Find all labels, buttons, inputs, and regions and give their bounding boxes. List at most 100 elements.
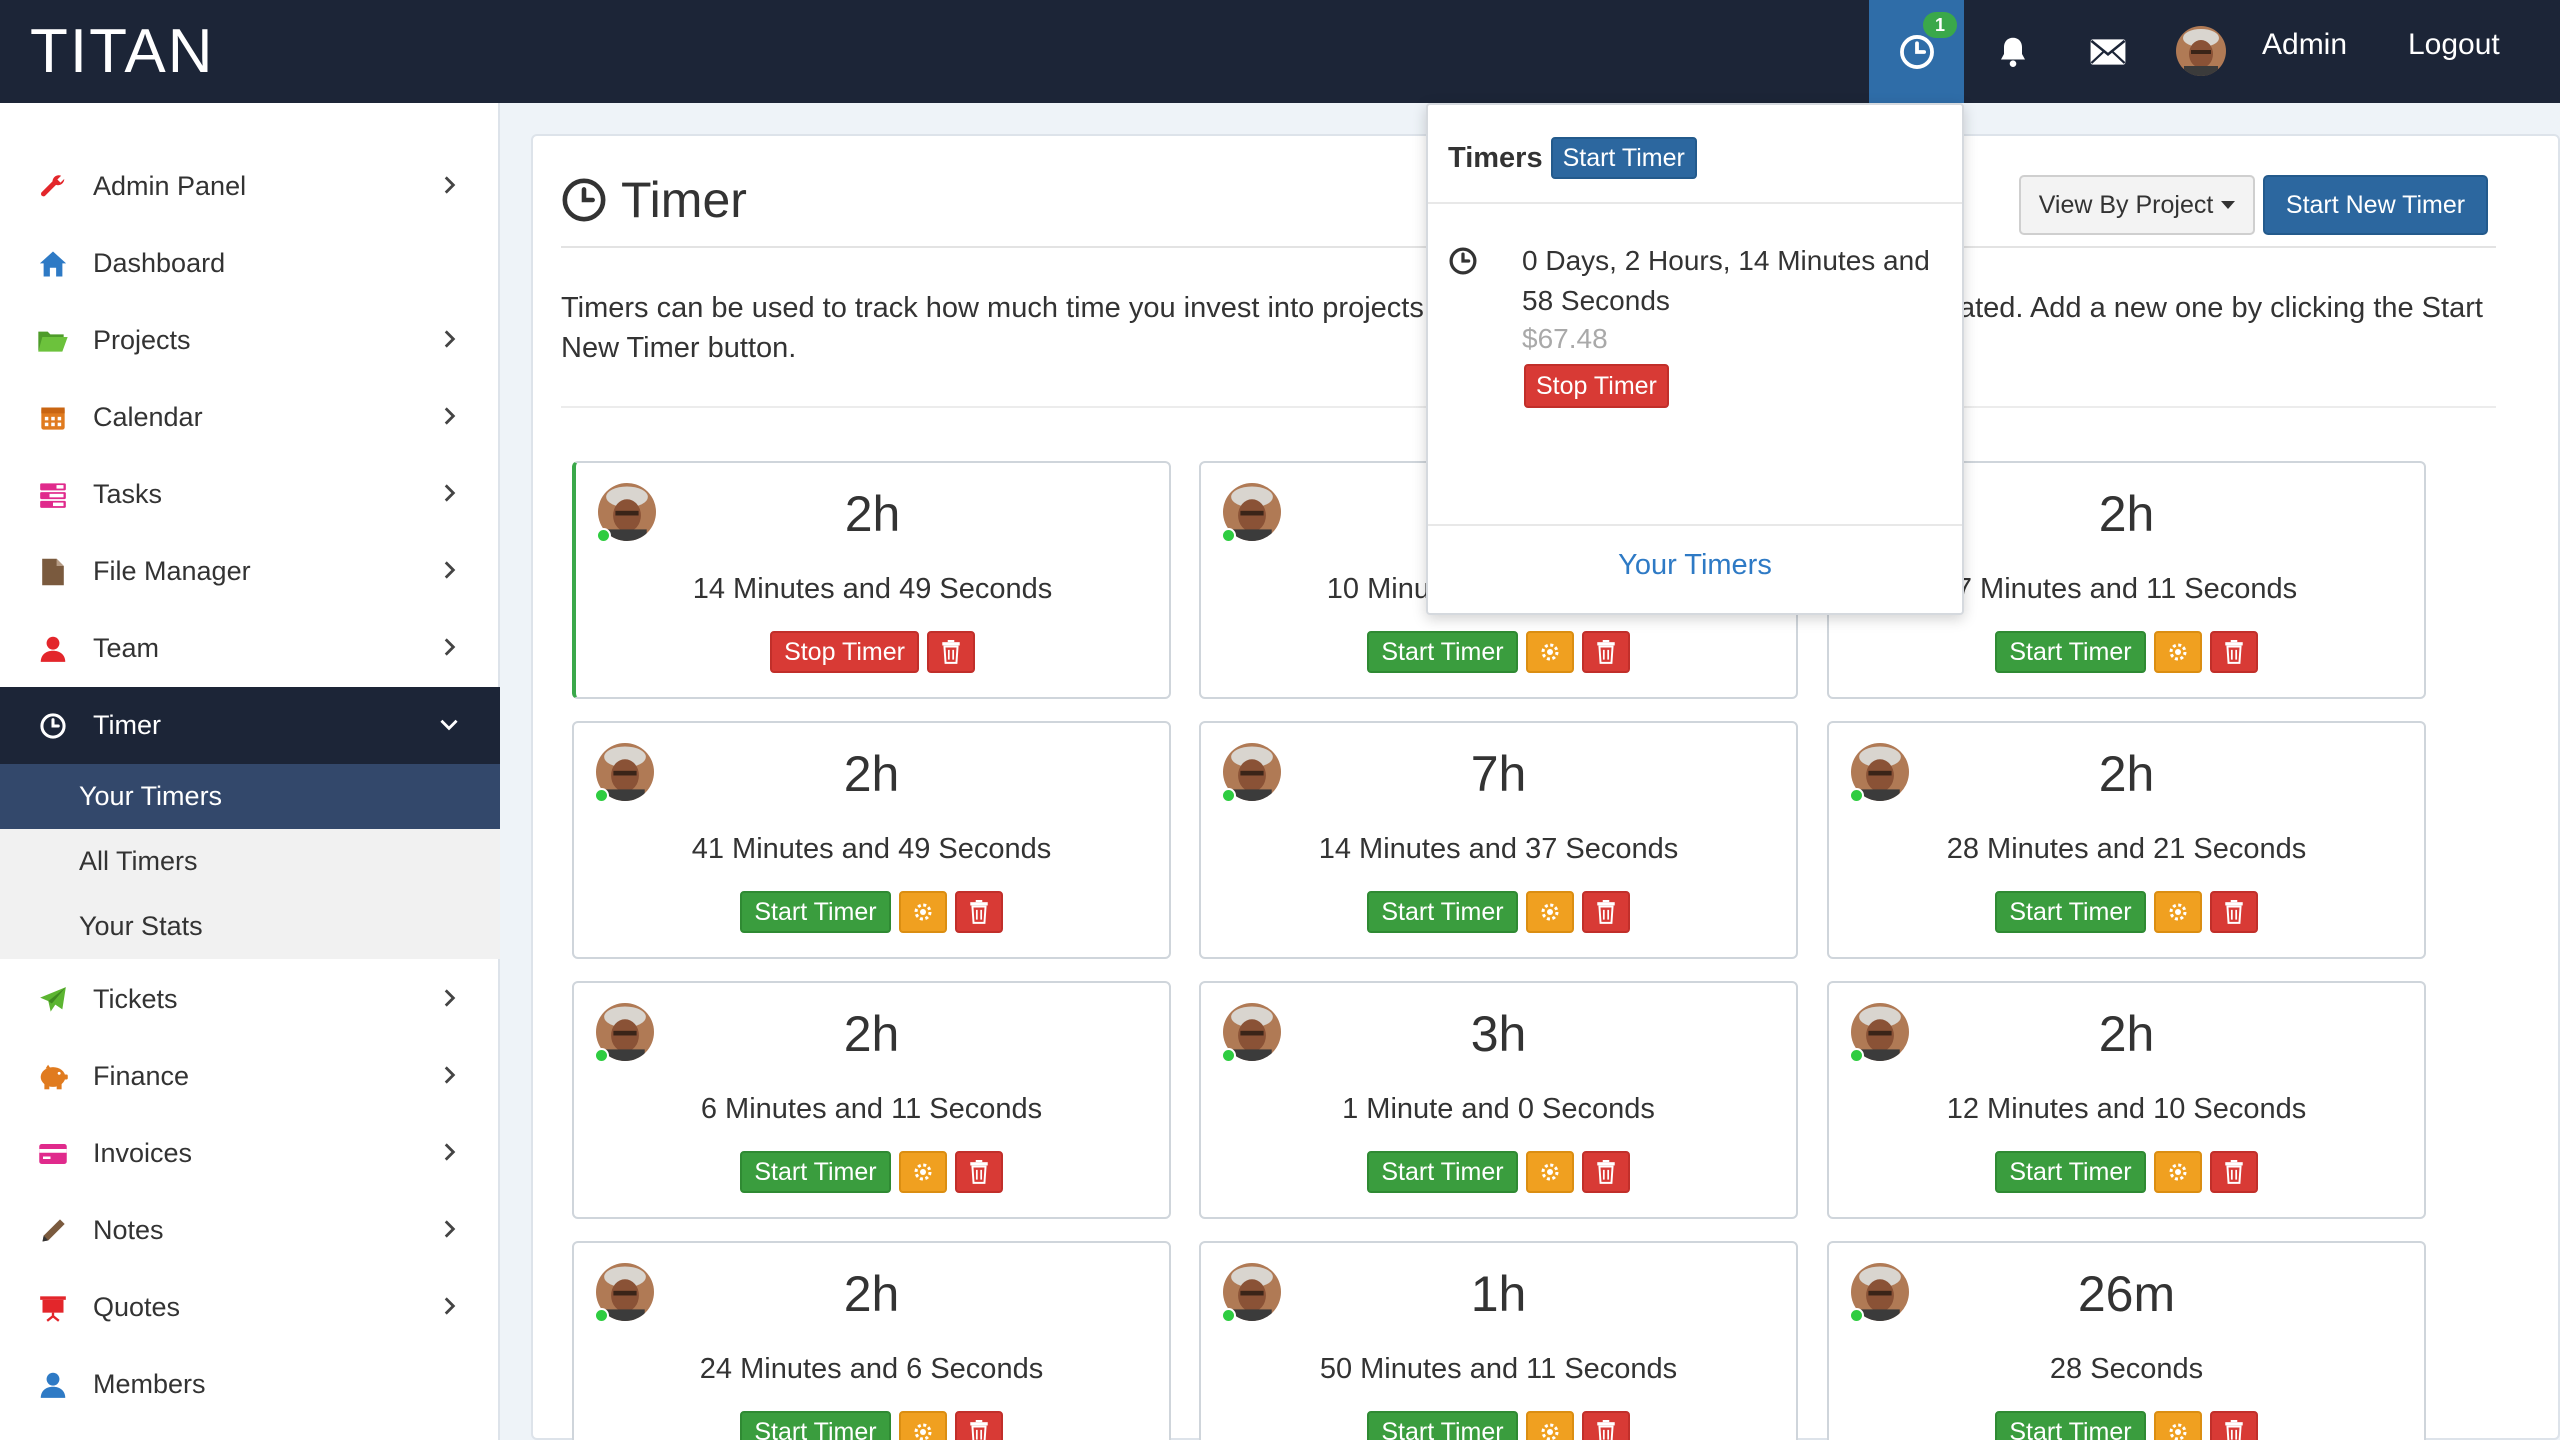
timer-card: 2h 41 Minutes and 49 Seconds Start Timer — [572, 721, 1171, 959]
start-timer-button[interactable]: Start Timer — [1995, 891, 2146, 933]
timer-settings-button[interactable] — [1525, 1411, 1574, 1440]
timer-detail: 14 Minutes and 49 Seconds — [692, 573, 1053, 605]
notifications-button[interactable] — [1990, 0, 2035, 103]
timer-hours: 2h — [843, 1266, 900, 1322]
sidebar-item-team[interactable]: Team — [0, 610, 500, 687]
timer-detail: 28 Seconds — [2049, 1353, 2204, 1385]
user-avatar[interactable] — [2176, 26, 2226, 76]
timer-card: 26m 28 Seconds Start Timer — [1827, 1241, 2426, 1440]
view-by-label: View By Project — [2038, 190, 2214, 219]
submenu-item-your-stats[interactable]: Your Stats — [0, 894, 500, 959]
sidebar-item-label: Timer — [93, 710, 161, 740]
sidebar-item-label: Admin Panel — [93, 171, 247, 201]
start-timer-button[interactable]: Start Timer — [1995, 1151, 2146, 1193]
timer-actions: Start Timer — [1201, 1151, 1796, 1193]
timer-settings-button[interactable] — [1525, 1151, 1574, 1193]
delete-timer-button[interactable] — [1581, 891, 1630, 933]
chevron-right-icon — [444, 989, 456, 1007]
admin-menu-link[interactable]: Admin — [2262, 28, 2347, 62]
sidebar-item-finance[interactable]: Finance — [0, 1038, 500, 1115]
sidebar-item-label: File Manager — [93, 556, 251, 586]
start-timer-button[interactable]: Start Timer — [740, 1151, 891, 1193]
delete-timer-button[interactable] — [1581, 1151, 1630, 1193]
delete-timer-button[interactable] — [2209, 1411, 2258, 1440]
timer-card: 2h 14 Minutes and 49 Seconds Stop Timer — [572, 461, 1171, 699]
your-timers-link[interactable]: Your Timers — [1428, 549, 1962, 582]
start-timer-button[interactable]: Start Timer — [1995, 631, 2146, 673]
trash-icon — [2223, 640, 2245, 664]
delete-timer-button[interactable] — [954, 1151, 1003, 1193]
delete-timer-button[interactable] — [954, 1411, 1003, 1440]
timer-settings-button[interactable] — [2153, 1151, 2202, 1193]
chevron-right-icon — [444, 484, 456, 502]
trash-icon — [968, 1420, 990, 1440]
trash-icon — [2223, 1160, 2245, 1184]
trash-icon — [940, 640, 962, 664]
delete-timer-button[interactable] — [1581, 631, 1630, 673]
timer-detail: 1 Minute and 0 Seconds — [1342, 1093, 1655, 1125]
timer-settings-button[interactable] — [2153, 891, 2202, 933]
sidebar-item-dashboard[interactable]: Dashboard — [0, 225, 500, 302]
start-timer-button[interactable]: Start Timer — [1367, 1411, 1518, 1440]
sidebar-item-tickets[interactable]: Tickets — [0, 961, 500, 1038]
timer-settings-button[interactable] — [2153, 631, 2202, 673]
gear-icon — [1538, 900, 1562, 924]
sidebar-item-tasks[interactable]: Tasks — [0, 456, 500, 533]
start-timer-button[interactable]: Start Timer — [1367, 891, 1518, 933]
timer-settings-button[interactable] — [898, 1151, 947, 1193]
timer-card: 2h 28 Minutes and 21 Seconds Start Timer — [1827, 721, 2426, 959]
delete-timer-button[interactable] — [1581, 1411, 1630, 1440]
start-timer-button[interactable]: Start Timer — [740, 891, 891, 933]
sidebar-item-file-manager[interactable]: File Manager — [0, 533, 500, 610]
dropdown-start-timer-button[interactable]: Start Timer — [1550, 137, 1697, 179]
credit-card-icon — [36, 1137, 70, 1171]
timer-settings-button[interactable] — [898, 1411, 947, 1440]
sidebar-item-timer[interactable]: Timer — [0, 687, 500, 764]
sidebar-item-label: Members — [93, 1369, 206, 1399]
gear-icon — [2166, 1160, 2190, 1184]
timer-settings-button[interactable] — [1525, 891, 1574, 933]
sidebar-item-admin-panel[interactable]: Admin Panel — [0, 148, 500, 225]
submenu-item-all-timers[interactable]: All Timers — [0, 829, 500, 894]
timer-hours: 26m — [2077, 1266, 2176, 1322]
sidebar-item-invoices[interactable]: Invoices — [0, 1115, 500, 1192]
start-new-timer-button[interactable]: Start New Timer — [2263, 175, 2488, 235]
stop-timer-button[interactable]: Stop Timer — [770, 631, 919, 673]
sidebar-item-members[interactable]: Members — [0, 1346, 500, 1423]
view-by-project-dropdown[interactable]: View By Project — [2019, 175, 2255, 235]
timer-hours: 2h — [843, 1006, 900, 1062]
trash-icon — [2223, 900, 2245, 924]
timer-settings-button[interactable] — [2153, 1411, 2202, 1440]
timer-actions: Start Timer — [1201, 1411, 1796, 1440]
timer-actions: Start Timer — [1829, 631, 2424, 673]
clock-icon — [562, 178, 606, 222]
paper-plane-icon — [36, 983, 70, 1017]
dropdown-stop-timer-button[interactable]: Stop Timer — [1524, 364, 1669, 408]
start-timer-button[interactable]: Start Timer — [1995, 1411, 2146, 1440]
start-timer-button[interactable]: Start Timer — [1367, 1151, 1518, 1193]
delete-timer-button[interactable] — [926, 631, 975, 673]
logout-link[interactable]: Logout — [2408, 28, 2500, 62]
start-timer-button[interactable]: Start Timer — [1367, 631, 1518, 673]
gear-icon — [1538, 640, 1562, 664]
sidebar-item-quotes[interactable]: Quotes — [0, 1269, 500, 1346]
delete-timer-button[interactable] — [2209, 631, 2258, 673]
timer-settings-button[interactable] — [898, 891, 947, 933]
top-navbar: TITAN 1 Admin Logout — [0, 0, 2560, 103]
delete-timer-button[interactable] — [954, 891, 1003, 933]
delete-timer-button[interactable] — [2209, 1151, 2258, 1193]
sidebar-item-notes[interactable]: Notes — [0, 1192, 500, 1269]
sidebar-item-label: Invoices — [93, 1138, 193, 1168]
delete-timer-button[interactable] — [2209, 891, 2258, 933]
timer-settings-button[interactable] — [1525, 631, 1574, 673]
brand-logo[interactable]: TITAN — [30, 16, 215, 87]
timer-detail: 24 Minutes and 6 Seconds — [699, 1353, 1044, 1385]
sidebar-item-calendar[interactable]: Calendar — [0, 379, 500, 456]
chevron-right-icon — [444, 1297, 456, 1315]
bell-icon — [2000, 37, 2025, 67]
sidebar-item-projects[interactable]: Projects — [0, 302, 500, 379]
page-title: Timer — [561, 170, 747, 230]
submenu-item-your-timers[interactable]: Your Timers — [0, 764, 500, 829]
start-timer-button[interactable]: Start Timer — [740, 1411, 891, 1440]
messages-button[interactable] — [2085, 0, 2130, 103]
